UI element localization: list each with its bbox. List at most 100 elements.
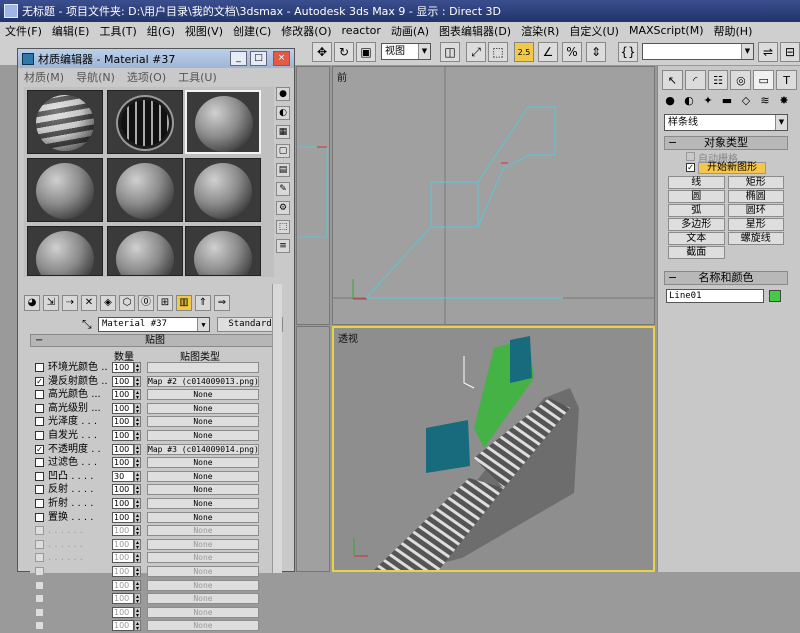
map-slot-button[interactable]: None (147, 497, 259, 509)
start-new-shape-row[interactable]: ✓ 开始新图形 (664, 162, 788, 174)
map-slot-button[interactable]: None (147, 538, 259, 550)
menu-item[interactable]: 编辑(E) (47, 23, 95, 39)
minimize-icon[interactable]: _ (230, 51, 247, 66)
helpers-icon[interactable]: ◇ (738, 92, 754, 108)
map-enable-checkbox[interactable] (35, 403, 44, 413)
go-sibling-icon[interactable]: ⇒ (214, 295, 230, 311)
pick-material-icon[interactable]: ⤡ (82, 317, 92, 332)
map-slot-button[interactable]: None (147, 593, 259, 605)
modify-tab-icon[interactable]: ◜ (684, 70, 706, 90)
map-amount-input[interactable]: 100 (112, 579, 134, 591)
map-enable-checkbox[interactable] (35, 430, 44, 440)
object-type-button[interactable]: 文本 (668, 232, 725, 245)
map-enable-checkbox[interactable] (35, 498, 44, 508)
map-slot-button[interactable]: None (147, 457, 259, 469)
maximize-icon[interactable]: □ (250, 51, 267, 66)
sample-slot-selected[interactable] (185, 90, 261, 154)
mirror-icon[interactable]: ⇌ (758, 42, 778, 62)
map-amount-input[interactable]: 100 (112, 593, 134, 605)
object-type-button[interactable]: 线 (668, 176, 725, 189)
amount-spinner[interactable]: ▴ ▾ (134, 416, 141, 428)
sample-slot[interactable] (107, 90, 183, 154)
amount-spinner[interactable]: ▴ ▾ (134, 497, 141, 509)
menu-item[interactable]: 工具(T) (94, 23, 141, 39)
map-amount-input[interactable]: 100 (112, 565, 134, 577)
map-slot-button[interactable]: None (147, 402, 259, 414)
sample-slot[interactable] (27, 158, 103, 222)
map-amount-input[interactable]: 100 (112, 484, 134, 496)
geometry-icon[interactable]: ● (662, 92, 678, 108)
amount-spinner[interactable]: ▴ ▾ (134, 389, 141, 401)
maps-header[interactable]: − 贴图 (30, 334, 280, 347)
map-slot-button[interactable]: None (147, 565, 259, 577)
put-to-library-icon[interactable]: ⬡ (119, 295, 135, 311)
menu-item[interactable]: 动画(A) (386, 23, 434, 39)
viewport-perspective[interactable]: 透视 (332, 326, 655, 572)
object-type-button[interactable]: 椭圆 (727, 190, 784, 203)
systems-icon[interactable]: ✸ (776, 92, 792, 108)
map-amount-input[interactable]: 100 (112, 497, 134, 509)
spinner-snap-icon[interactable]: ⇕ (586, 42, 606, 62)
sample-slot[interactable] (27, 226, 103, 276)
pivot-icon[interactable]: ◫ (440, 42, 460, 62)
viewport-top-left[interactable] (296, 66, 330, 325)
map-slot-button[interactable]: None (147, 606, 259, 618)
amount-spinner[interactable]: ▴ ▾ (134, 362, 141, 374)
map-enable-checkbox[interactable] (35, 621, 44, 631)
map-slot-button[interactable]: None (147, 552, 259, 564)
amount-spinner[interactable]: ▴ ▾ (134, 579, 141, 591)
options-icon[interactable]: ⚙ (276, 201, 290, 215)
map-enable-checkbox[interactable] (35, 417, 44, 427)
map-enable-checkbox[interactable] (35, 458, 44, 468)
object-type-button[interactable]: 多边形 (668, 218, 725, 231)
map-amount-input[interactable]: 100 (112, 552, 134, 564)
snap-toggle-button[interactable]: 2.5 (514, 42, 534, 62)
map-enable-checkbox[interactable] (35, 580, 44, 590)
map-enable-checkbox[interactable] (35, 607, 44, 617)
amount-spinner[interactable]: ▴ ▾ (134, 443, 141, 455)
amount-spinner[interactable]: ▴ ▾ (134, 375, 141, 387)
sample-slot[interactable] (107, 158, 183, 222)
material-menu-item[interactable]: 导航(N) (70, 69, 121, 84)
object-type-button[interactable]: 星形 (727, 218, 784, 231)
map-enable-checkbox[interactable] (35, 390, 44, 400)
material-menu-item[interactable]: 工具(U) (172, 69, 223, 84)
amount-spinner[interactable]: ▴ ▾ (134, 525, 141, 537)
menu-item[interactable]: 图表编辑器(D) (434, 23, 516, 39)
menu-item[interactable]: 修改器(O) (276, 23, 336, 39)
hierarchy-tab-icon[interactable]: ☷ (707, 70, 729, 90)
scale-icon[interactable]: ▣ (356, 42, 376, 62)
map-slot-button[interactable]: None (147, 579, 259, 591)
rotate-icon[interactable]: ↻ (334, 42, 354, 62)
amount-spinner[interactable]: ▴ ▾ (134, 565, 141, 577)
get-material-icon[interactable]: ◕ (24, 295, 40, 311)
amount-spinner[interactable]: ▴ ▾ (134, 402, 141, 414)
amount-spinner[interactable]: ▴ ▾ (134, 538, 141, 550)
auto-grid-row[interactable]: 自动栅格 (664, 150, 788, 165)
object-type-button[interactable]: 矩形 (727, 176, 784, 189)
angle-snap-icon[interactable]: ∠ (538, 42, 558, 62)
auto-grid-checkbox[interactable] (686, 152, 695, 161)
utilities-tab-icon[interactable]: T (776, 70, 797, 90)
object-type-button[interactable]: 螺旋线 (727, 232, 784, 245)
assign-material-icon[interactable]: ⇢ (62, 295, 78, 311)
amount-spinner[interactable]: ▴ ▾ (134, 593, 141, 605)
map-amount-input[interactable]: 100 (112, 457, 134, 469)
map-enable-checkbox[interactable] (35, 363, 44, 372)
display-tab-icon[interactable]: ▭ (753, 70, 775, 90)
map-amount-input[interactable]: 100 (112, 402, 134, 414)
map-enable-checkbox[interactable] (35, 485, 44, 495)
menu-item[interactable]: reactor (337, 24, 386, 37)
map-enable-checkbox[interactable]: ✓ (35, 444, 44, 454)
map-amount-input[interactable]: 100 (112, 525, 134, 537)
amount-spinner[interactable]: ▴ ▾ (134, 552, 141, 564)
object-type-button[interactable]: 圆 (668, 190, 725, 203)
sample-type-icon[interactable]: ● (276, 87, 290, 101)
map-slot-button[interactable]: None (147, 525, 259, 537)
amount-spinner[interactable]: ▴ ▾ (134, 484, 141, 496)
map-amount-input[interactable]: 100 (112, 511, 134, 523)
material-navigator-icon[interactable]: ≡ (276, 239, 290, 253)
sample-slot[interactable] (107, 226, 183, 276)
category-combo[interactable]: 样条线 ▼ (664, 114, 788, 131)
show-end-result-icon[interactable]: ▥ (176, 295, 192, 311)
